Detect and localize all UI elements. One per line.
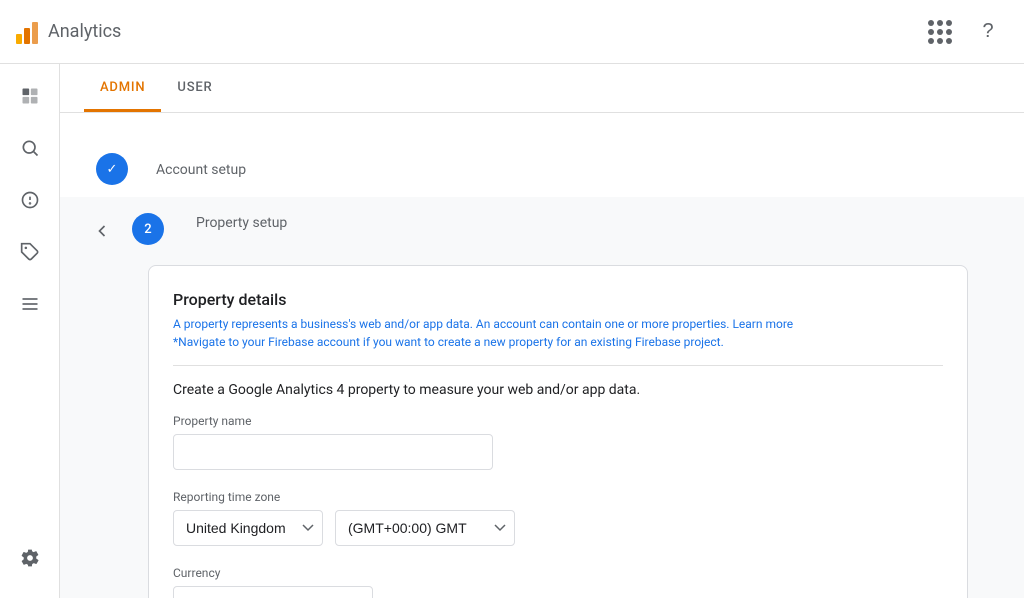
property-name-label: Property name [173, 414, 943, 428]
top-bar-right: ? [920, 12, 1008, 52]
property-name-group: Property name [173, 414, 943, 470]
tab-admin[interactable]: ADMIN [84, 64, 161, 112]
timezone-label: Reporting time zone [173, 490, 943, 504]
sidebar [0, 64, 60, 598]
property-subtitle: Create a Google Analytics 4 property to … [173, 382, 943, 398]
app-brand: Analytics [16, 20, 121, 44]
sidebar-list-icon[interactable] [6, 280, 54, 328]
help-icon: ? [982, 20, 993, 43]
help-icon-button[interactable]: ? [968, 12, 1008, 52]
app-title: Analytics [48, 21, 121, 42]
property-card-title: Property details [173, 290, 943, 309]
tabs: ADMIN USER [60, 64, 1024, 113]
tab-user[interactable]: USER [161, 64, 228, 112]
grid-icon [928, 20, 952, 44]
step1-left: ✓ [84, 149, 140, 185]
sidebar-tag-icon[interactable] [6, 228, 54, 276]
sidebar-settings-icon[interactable] [6, 534, 54, 582]
firebase-link[interactable]: *Navigate to your Firebase account [173, 335, 360, 349]
sidebar-top [6, 72, 54, 328]
country-select-group: United Kingdom United States Canada Aust… [173, 510, 323, 546]
top-bar: Analytics ? [0, 0, 1024, 64]
timezone-select-group: (GMT+00:00) GMT (GMT+01:00) BST [335, 510, 515, 546]
country-select[interactable]: United Kingdom United States Canada Aust… [173, 510, 323, 546]
step2-label: Property setup [196, 209, 287, 231]
grid-icon-button[interactable] [920, 12, 960, 52]
timezone-group: Reporting time zone United Kingdom Unite… [173, 490, 943, 546]
main-layout: ADMIN USER ✓ Account setup [0, 64, 1024, 598]
learn-more-link[interactable]: Learn more [732, 317, 793, 331]
step2-indicator: 2 [132, 213, 164, 245]
property-card: Property details A property represents a… [148, 265, 968, 598]
property-desc-text1: A property represents a business's web a… [173, 317, 729, 331]
step1-label: Account setup [156, 156, 246, 178]
step1-row: ✓ Account setup [60, 137, 1024, 197]
property-desc-line2: *Navigate to your Firebase account if yo… [173, 335, 943, 349]
timezone-select[interactable]: (GMT+00:00) GMT (GMT+01:00) BST [335, 510, 515, 546]
step1-check-icon: ✓ [107, 162, 118, 177]
currency-select[interactable]: British Pound (GBP £) US Dollar (USD $) … [173, 586, 373, 598]
currency-label: Currency [173, 566, 943, 580]
steps-area: ✓ Account setup 2 [60, 113, 1024, 598]
content-area: ADMIN USER ✓ Account setup [60, 64, 1024, 598]
step1-indicator: ✓ [96, 153, 128, 185]
logo-bar-3 [32, 22, 38, 44]
property-divider [173, 365, 943, 366]
sidebar-alerts-icon[interactable] [6, 176, 54, 224]
logo-bar-1 [16, 34, 22, 44]
logo-bar-2 [24, 28, 30, 44]
property-desc-line1: A property represents a business's web a… [173, 317, 943, 331]
currency-group: Currency British Pound (GBP £) US Dollar… [173, 566, 943, 598]
analytics-logo [16, 20, 38, 44]
back-button[interactable] [84, 213, 120, 249]
step2-section: 2 Property setup Property details A prop… [60, 197, 1024, 598]
sidebar-home-icon[interactable] [6, 72, 54, 120]
property-desc-text3: if you want to create a new property for… [363, 335, 724, 349]
property-name-input[interactable] [173, 434, 493, 470]
sidebar-search-icon[interactable] [6, 124, 54, 172]
